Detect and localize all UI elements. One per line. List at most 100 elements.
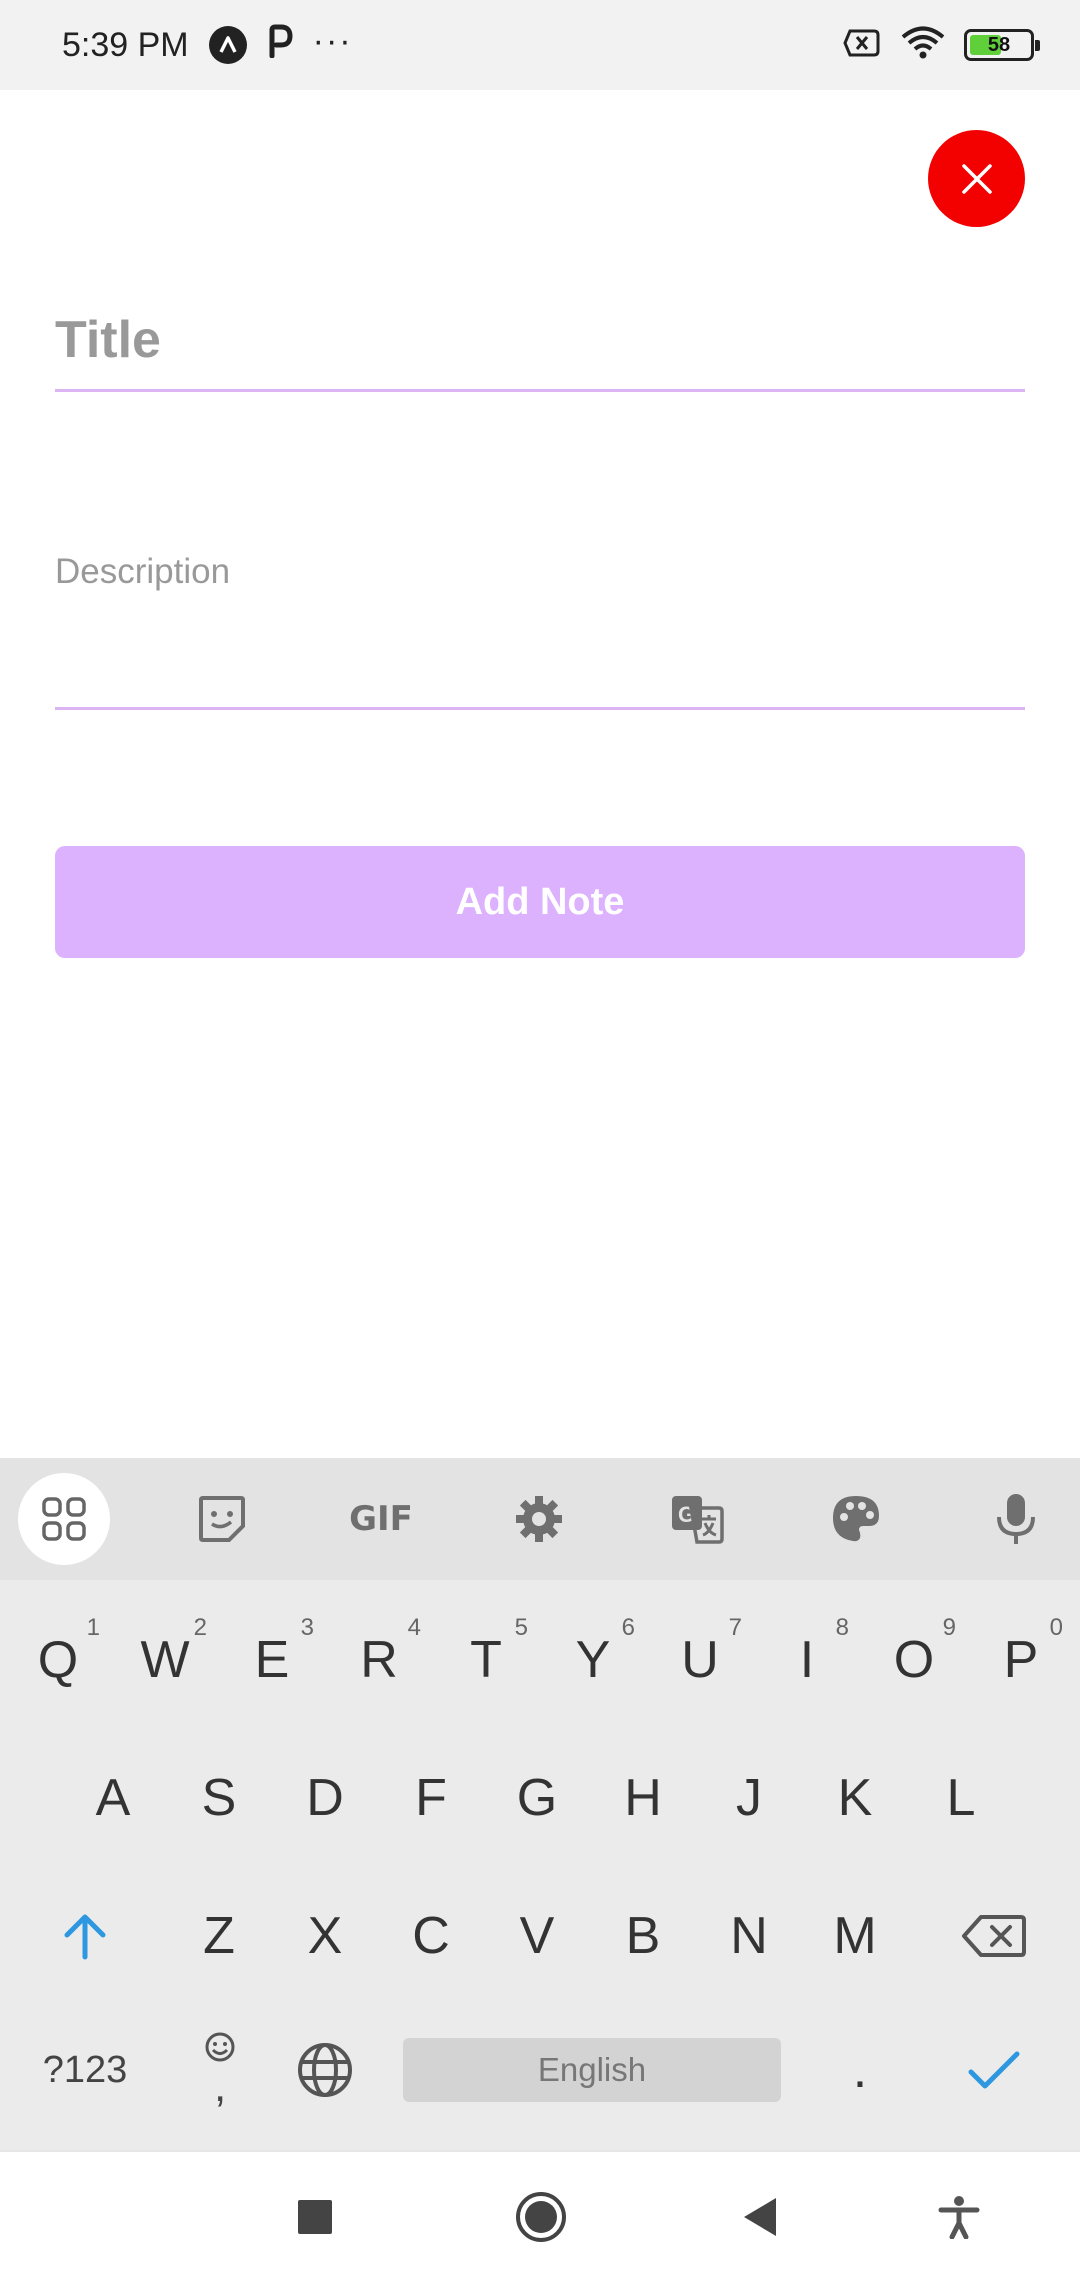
key-label: F	[415, 1769, 447, 1827]
backspace-key[interactable]	[944, 1876, 1044, 1996]
key-label: O	[893, 1631, 935, 1689]
p-icon	[267, 24, 293, 67]
key-w[interactable]: W2	[115, 1600, 215, 1720]
key-label: Y	[575, 1631, 611, 1689]
period-label: .	[852, 2041, 868, 2099]
language-key[interactable]	[275, 2010, 375, 2130]
gif-label: GIF	[349, 1499, 413, 1539]
description-input[interactable]: Description	[55, 540, 1025, 710]
recents-button[interactable]	[280, 2182, 350, 2252]
key-t[interactable]: T5	[436, 1600, 536, 1720]
key-p[interactable]: P0	[971, 1600, 1071, 1720]
screen: 5:39 PM ··· 58 Title Description Add Not…	[0, 0, 1080, 2280]
home-button[interactable]	[506, 2182, 576, 2252]
key-label: P	[1003, 1631, 1039, 1689]
close-button[interactable]	[928, 130, 1025, 227]
key-i[interactable]: I8	[757, 1600, 857, 1720]
shift-icon	[64, 1914, 106, 1960]
key-label: U	[681, 1631, 719, 1689]
status-left: 5:39 PM ···	[62, 22, 353, 67]
key-label: W	[140, 1631, 190, 1689]
key-label: V	[519, 1907, 555, 1965]
key-m[interactable]: M	[805, 1876, 905, 1996]
status-time: 5:39 PM	[62, 25, 189, 64]
back-button[interactable]	[726, 2182, 796, 2252]
key-x[interactable]: X	[275, 1876, 375, 1996]
key-o[interactable]: O9	[864, 1600, 964, 1720]
a-circle-icon	[208, 26, 247, 64]
apps-grid-icon[interactable]	[18, 1473, 110, 1565]
key-label: M	[833, 1907, 877, 1965]
key-h[interactable]: H	[593, 1738, 693, 1858]
palette-icon[interactable]	[810, 1478, 902, 1560]
key-hint: 9	[942, 1614, 956, 1641]
key-u[interactable]: U7	[650, 1600, 750, 1720]
accessibility-icon	[938, 2196, 980, 2239]
add-note-button[interactable]: Add Note	[55, 846, 1025, 958]
key-k[interactable]: K	[805, 1738, 905, 1858]
checkmark-icon	[968, 2051, 1020, 2089]
period-key[interactable]: .	[810, 2010, 910, 2130]
key-s[interactable]: S	[169, 1738, 269, 1858]
translate-icon[interactable]: G	[651, 1478, 743, 1560]
key-b[interactable]: B	[593, 1876, 693, 1996]
close-icon	[961, 163, 992, 194]
key-hint: 4	[407, 1614, 421, 1641]
key-d[interactable]: D	[275, 1738, 375, 1858]
key-f[interactable]: F	[381, 1738, 481, 1858]
battery-tip	[1035, 40, 1040, 51]
key-g[interactable]: G	[487, 1738, 587, 1858]
key-a[interactable]: A	[63, 1738, 163, 1858]
key-label: E	[254, 1631, 290, 1689]
key-hint: 8	[835, 1614, 849, 1641]
key-y[interactable]: Y6	[543, 1600, 643, 1720]
description-placeholder: Description	[55, 552, 231, 591]
key-n[interactable]: N	[699, 1876, 799, 1996]
key-l[interactable]: L	[911, 1738, 1011, 1858]
key-v[interactable]: V	[487, 1876, 587, 1996]
key-hint: 2	[193, 1614, 207, 1641]
key-label: G	[516, 1769, 558, 1827]
space-label: English	[537, 2051, 647, 2088]
enter-key[interactable]	[944, 2010, 1044, 2130]
key-hint: 6	[621, 1614, 635, 1641]
key-r[interactable]: R4	[329, 1600, 429, 1720]
key-q[interactable]: Q1	[8, 1600, 108, 1720]
settings-icon[interactable]	[493, 1478, 585, 1560]
symbols-key[interactable]: ?123	[35, 2010, 135, 2130]
key-label: S	[201, 1769, 237, 1827]
emoji-icon	[205, 2032, 235, 2062]
key-hint: 7	[728, 1614, 742, 1641]
key-label: D	[306, 1769, 344, 1827]
space-key[interactable]: English	[403, 2038, 781, 2102]
key-label: B	[625, 1907, 661, 1965]
key-e[interactable]: E3	[222, 1600, 322, 1720]
backspace-icon	[962, 1915, 1026, 1957]
emoji-comma-key[interactable]: ,	[170, 2010, 270, 2130]
key-label: C	[412, 1907, 450, 1965]
mic-icon[interactable]	[970, 1478, 1062, 1560]
key-c[interactable]: C	[381, 1876, 481, 1996]
title-placeholder: Title	[55, 311, 161, 369]
wifi-icon	[900, 26, 946, 65]
globe-icon	[298, 2043, 352, 2097]
sim-off-icon	[842, 28, 882, 63]
key-j[interactable]: J	[699, 1738, 799, 1858]
gif-button[interactable]: GIF	[335, 1478, 427, 1560]
comma-label: ,	[214, 2062, 227, 2111]
shift-key[interactable]	[35, 1876, 135, 1996]
key-hint: 5	[514, 1614, 528, 1641]
symbols-label: ?123	[42, 2048, 128, 2091]
key-label: N	[730, 1907, 768, 1965]
key-label: Q	[37, 1631, 79, 1689]
key-label: H	[624, 1769, 662, 1827]
key-z[interactable]: Z	[169, 1876, 269, 1996]
title-input[interactable]: Title	[55, 300, 1025, 392]
status-bar: 5:39 PM ··· 58	[0, 0, 1080, 90]
keyboard: GIF G Q1 W2 E3 R4 T5 Y6 U7 I8 O9 P0 A S …	[0, 1458, 1080, 2150]
keyboard-toolbar: GIF G	[0, 1458, 1080, 1580]
navigation-bar	[0, 2150, 1080, 2280]
accessibility-button[interactable]	[924, 2182, 994, 2252]
sticker-icon[interactable]	[176, 1478, 268, 1560]
key-label: J	[736, 1769, 762, 1827]
